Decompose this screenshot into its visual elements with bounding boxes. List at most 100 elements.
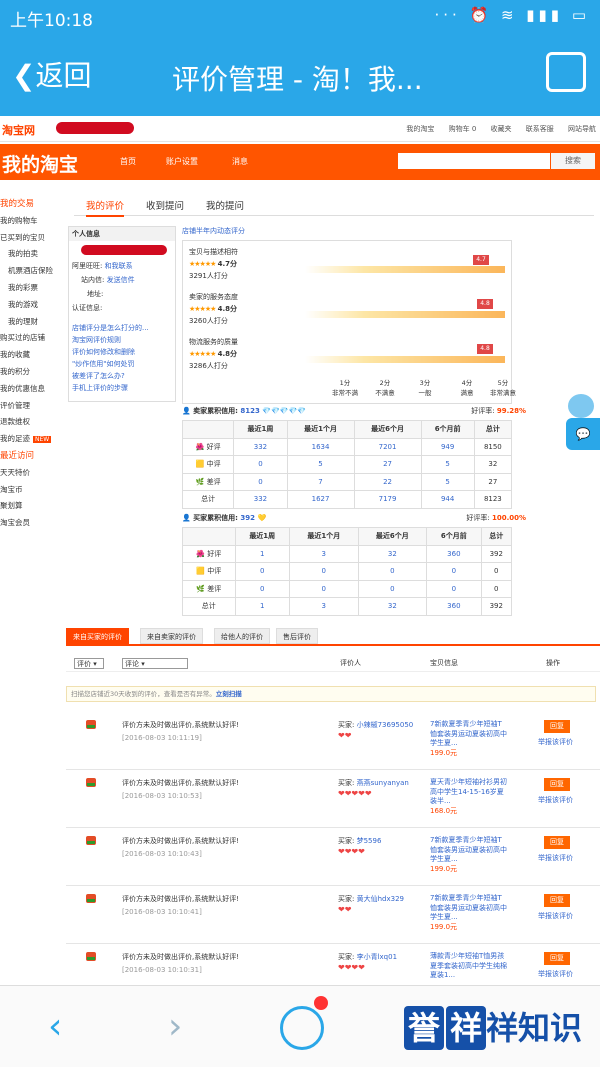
- table-cell[interactable]: 360: [426, 544, 482, 563]
- assistant-mascot-icon[interactable]: [568, 394, 594, 418]
- table-cell[interactable]: 0: [233, 455, 288, 474]
- table-cell[interactable]: 5: [420, 472, 475, 491]
- tab-from-buyers[interactable]: 来自买家的评价: [66, 628, 129, 644]
- sidebar-item-games[interactable]: 我的游戏: [0, 297, 64, 314]
- reply-button[interactable]: 回复: [544, 894, 570, 907]
- table-cell[interactable]: 0: [426, 579, 482, 598]
- sidebar-item-juhuasuan[interactable]: 聚划算: [0, 498, 64, 515]
- table-cell[interactable]: 0: [426, 562, 482, 581]
- sidebar-item-coupons[interactable]: 我的优惠信息: [0, 381, 64, 398]
- webview[interactable]: 淘宝网 我的淘宝 购物车 0 收藏夹 联系客服 网站导航 我的淘宝 首页 账户设…: [0, 116, 600, 985]
- scan-now-link[interactable]: 立刻扫描: [216, 690, 242, 698]
- sidebar-item-refunds[interactable]: 退款维权: [0, 414, 64, 431]
- chat-float-button[interactable]: 💬: [566, 418, 600, 450]
- table-cell[interactable]: 1627: [286, 490, 355, 509]
- report-link[interactable]: 举报该评价: [538, 969, 573, 979]
- search-button[interactable]: 搜索: [551, 153, 595, 169]
- sidebar-item-travel[interactable]: 机票酒店保险: [0, 263, 64, 280]
- sidebar-item-cart[interactable]: 我的购物车: [0, 213, 64, 230]
- tab-to-others[interactable]: 给他人的评价: [214, 628, 270, 644]
- table-cell[interactable]: 7201: [353, 437, 422, 456]
- sidebar-item-points[interactable]: 我的积分: [0, 364, 64, 381]
- toplink-mytaobao[interactable]: 我的淘宝: [406, 125, 434, 133]
- reply-button[interactable]: 回复: [544, 778, 570, 791]
- nav-account[interactable]: 账户设置: [166, 156, 198, 167]
- help-link-4[interactable]: "炒作信用"如何处罚: [72, 359, 134, 369]
- table-cell[interactable]: 5: [420, 455, 475, 474]
- tab-my-questions[interactable]: 我的提问: [206, 198, 244, 212]
- tab-my-reviews[interactable]: 我的评价: [86, 198, 125, 217]
- sidebar-item-footprint[interactable]: 我的足迹 NEW: [0, 431, 64, 448]
- report-link[interactable]: 举报该评价: [538, 737, 573, 747]
- table-cell[interactable]: 3: [288, 544, 359, 563]
- table-cell[interactable]: 0: [233, 472, 288, 491]
- table-cell[interactable]: 0: [288, 579, 359, 598]
- buyer-link[interactable]: 梦5596: [357, 837, 382, 845]
- table-cell[interactable]: 27: [353, 455, 422, 474]
- toplink-cart[interactable]: 购物车 0: [449, 125, 477, 133]
- report-link[interactable]: 举报该评价: [538, 911, 573, 921]
- buyer-link[interactable]: 燕燕sunyanyan: [357, 779, 409, 787]
- table-cell[interactable]: 3: [288, 597, 359, 616]
- share-icon[interactable]: [546, 52, 586, 92]
- sidebar-item-member[interactable]: 淘宝会员: [0, 515, 64, 532]
- help-link-2[interactable]: 淘宝网评价规则: [72, 335, 121, 345]
- item-link[interactable]: 7新款夏季青少年短袖T恤套装男运动夏装初高中学生夏...: [430, 836, 507, 863]
- toplink-favorites[interactable]: 收藏夹: [491, 125, 512, 133]
- tab-after-sales[interactable]: 售后评价: [276, 628, 318, 644]
- table-cell[interactable]: 0: [357, 579, 428, 598]
- table-cell[interactable]: 7179: [353, 490, 422, 509]
- table-cell[interactable]: 0: [288, 562, 359, 581]
- tab-from-sellers[interactable]: 来自卖家的评价: [140, 628, 203, 644]
- table-cell[interactable]: 0: [234, 562, 290, 581]
- table-cell[interactable]: 5: [286, 455, 355, 474]
- search-input[interactable]: [398, 153, 550, 169]
- help-link-5[interactable]: 被差评了怎么办?: [72, 371, 125, 381]
- item-link[interactable]: 7新款夏季青少年短袖T恤套装男运动夏装初高中学生夏...: [430, 894, 507, 921]
- help-link-3[interactable]: 评价如何修改和删除: [72, 347, 135, 357]
- back-arrow-icon[interactable]: ‹: [48, 1006, 62, 1047]
- buyer-link[interactable]: 黄大仙hdx329: [357, 895, 404, 903]
- sidebar-item-favorites[interactable]: 我的收藏: [0, 347, 64, 364]
- report-link[interactable]: 举报该评价: [538, 853, 573, 863]
- table-cell[interactable]: 0: [234, 579, 290, 598]
- table-cell[interactable]: 1: [234, 597, 290, 616]
- table-cell[interactable]: 32: [357, 544, 428, 563]
- reply-button[interactable]: 回复: [544, 836, 570, 849]
- item-link[interactable]: 薄款青少年短袖T恤男孩夏季套装初高中学生纯棉夏装1...: [430, 952, 507, 979]
- taobao-logo[interactable]: 淘宝网: [2, 122, 35, 138]
- sidebar-item-shops[interactable]: 购买过的店铺: [0, 330, 64, 347]
- back-button[interactable]: ❮返回: [12, 54, 91, 94]
- table-cell[interactable]: 1634: [286, 437, 355, 456]
- item-link[interactable]: 7新款夏季青少年短袖T恤套装男运动夏装初高中学生夏...: [430, 720, 507, 747]
- table-cell[interactable]: 949: [420, 437, 475, 456]
- table-cell[interactable]: 22: [353, 472, 422, 491]
- sidebar-item-bought[interactable]: 已买到的宝贝: [0, 230, 64, 247]
- sidebar-item-finance[interactable]: 我的理财: [0, 314, 64, 331]
- item-link[interactable]: 夏天青少年短袖衬衫男初高中学生14-15-16岁夏装半...: [430, 778, 507, 805]
- rating-filter-select[interactable]: 评价 ▾: [74, 658, 104, 669]
- help-link-1[interactable]: 店铺评分是怎么打分的...: [72, 323, 149, 333]
- toplink-service[interactable]: 联系客服: [526, 125, 554, 133]
- table-cell[interactable]: 360: [426, 597, 482, 616]
- sidebar-item-coins[interactable]: 淘宝币: [0, 482, 64, 499]
- chat-bubble-icon[interactable]: [280, 1006, 324, 1050]
- buyer-link[interactable]: 小辣椒73695050: [357, 721, 414, 729]
- content-filter-select[interactable]: 评论 ▾: [122, 658, 188, 669]
- table-cell[interactable]: 7: [286, 472, 355, 491]
- tab-received-questions[interactable]: 收到提问: [146, 198, 184, 212]
- table-cell[interactable]: 1: [234, 544, 290, 563]
- table-cell[interactable]: 332: [233, 490, 288, 509]
- reply-button[interactable]: 回复: [544, 952, 570, 965]
- buyer-link[interactable]: 李小青lxq01: [357, 953, 397, 961]
- brand-title[interactable]: 我的淘宝: [2, 150, 78, 177]
- forward-arrow-icon[interactable]: ›: [168, 1006, 182, 1047]
- help-link-6[interactable]: 手机上评价的步骤: [72, 383, 128, 393]
- table-cell[interactable]: 32: [357, 597, 428, 616]
- wangwang-contact[interactable]: 和我联系: [105, 262, 133, 270]
- sidebar-item-lottery[interactable]: 我的彩票: [0, 280, 64, 297]
- sidebar-item-deals[interactable]: 天天特价: [0, 465, 64, 482]
- table-cell[interactable]: 944: [420, 490, 475, 509]
- nav-home[interactable]: 首页: [120, 156, 136, 167]
- sidebar-item-reviews[interactable]: 评价管理: [0, 398, 64, 415]
